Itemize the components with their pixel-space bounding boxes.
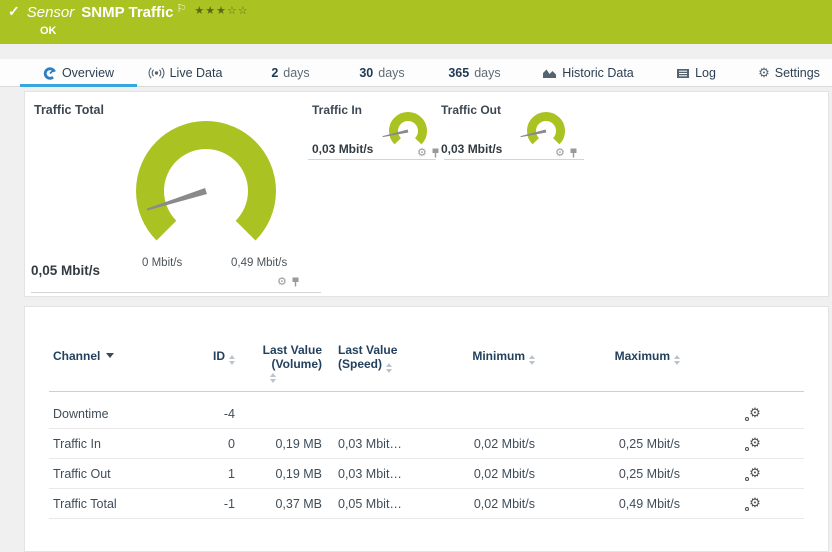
column-header-last-volume[interactable]: Last Value (Volume) bbox=[250, 343, 322, 383]
channel-settings-icon[interactable]: ⚙ bbox=[749, 465, 761, 481]
broadcast-icon bbox=[148, 67, 165, 79]
column-header-last-speed[interactable]: Last Value (Speed) bbox=[338, 343, 408, 373]
column-header-id[interactable]: ID bbox=[175, 349, 235, 365]
tab-live-data[interactable]: Live Data bbox=[145, 59, 225, 87]
column-header-minimum[interactable]: Minimum bbox=[425, 349, 535, 365]
column-header-maximum[interactable]: Maximum bbox=[570, 349, 680, 365]
widget-actions: ⚙ bbox=[555, 146, 578, 159]
page-title: SNMP Traffic bbox=[81, 4, 173, 21]
sort-arrows-icon bbox=[674, 355, 680, 365]
gauge-scale-max: 0,49 Mbit/s bbox=[231, 257, 287, 269]
traffic-total-gauge bbox=[131, 121, 281, 261]
maximum-value: 0,25 Mbit/s bbox=[570, 437, 680, 451]
widget-gear-icon[interactable]: ⚙ bbox=[277, 275, 287, 288]
gauge-scale-min: 0 Mbit/s bbox=[142, 257, 182, 269]
overview-gauges-panel: Traffic Total 0 Mbit/s 0,49 Mbit/s 0,05 … bbox=[24, 91, 829, 297]
minimum-value: 0,02 Mbit/s bbox=[425, 437, 535, 451]
last-value-speed: 0,05 Mbit… bbox=[338, 497, 402, 511]
last-value-volume: 0,19 MB bbox=[250, 467, 322, 481]
pin-icon[interactable] bbox=[569, 148, 578, 158]
widget-actions: ⚙ bbox=[417, 146, 440, 159]
flag-icon[interactable]: ⚐ bbox=[177, 2, 187, 15]
pin-icon[interactable] bbox=[431, 148, 440, 158]
last-value-speed: 0,03 Mbit… bbox=[338, 467, 402, 481]
tab-historic-data[interactable]: Historic Data bbox=[538, 59, 638, 87]
tab-label-number: 30 bbox=[359, 66, 373, 80]
table-row[interactable]: Downtime -4 ⚙ bbox=[25, 399, 828, 429]
tab-label-unit: days bbox=[474, 66, 500, 80]
channel-name: Downtime bbox=[53, 407, 109, 421]
channel-id: -4 bbox=[175, 407, 235, 421]
channel-id: 1 bbox=[175, 467, 235, 481]
maximum-value: 0,25 Mbit/s bbox=[570, 467, 680, 481]
tab-365-days[interactable]: 365 days bbox=[442, 59, 507, 87]
channel-name: Traffic In bbox=[53, 437, 101, 451]
sort-caret-icon bbox=[106, 353, 114, 358]
gauge-current-value: 0,03 Mbit/s bbox=[441, 142, 502, 156]
tab-label: Overview bbox=[62, 66, 114, 80]
last-value-speed: 0,03 Mbit… bbox=[338, 437, 402, 451]
channel-id: -1 bbox=[175, 497, 235, 511]
last-value-volume: 0,19 MB bbox=[250, 437, 322, 451]
sort-arrows-icon bbox=[250, 373, 296, 383]
tab-label-unit: days bbox=[283, 66, 309, 80]
tab-overview[interactable]: Overview bbox=[20, 59, 137, 87]
tab-label: Historic Data bbox=[562, 66, 634, 80]
row-divider bbox=[49, 518, 804, 519]
table-row[interactable]: Traffic In 0 0,19 MB 0,03 Mbit… 0,02 Mbi… bbox=[25, 429, 828, 459]
tab-settings[interactable]: ⚙ Settings bbox=[753, 59, 825, 87]
tab-bar: Overview Live Data 2 days 30 days 365 da… bbox=[0, 59, 832, 87]
gear-icon: ⚙ bbox=[758, 65, 770, 81]
minimum-value: 0,02 Mbit/s bbox=[425, 497, 535, 511]
pin-icon[interactable] bbox=[291, 277, 300, 287]
widget-gear-icon[interactable]: ⚙ bbox=[417, 146, 427, 159]
tab-label-number: 2 bbox=[271, 66, 278, 80]
sensor-header: ✓ Sensor SNMP Traffic ⚐ ★★★☆☆ OK bbox=[0, 0, 832, 44]
sort-arrows-icon bbox=[229, 355, 235, 365]
object-kind-label: Sensor bbox=[27, 4, 75, 21]
channel-settings-icon[interactable]: ⚙ bbox=[749, 405, 761, 421]
status-check-icon: ✓ bbox=[8, 3, 20, 20]
gauge-title-traffic-out: Traffic Out bbox=[441, 103, 501, 117]
minimum-value: 0,02 Mbit/s bbox=[425, 467, 535, 481]
widget-underline bbox=[308, 159, 436, 160]
tab-log[interactable]: Log bbox=[672, 59, 720, 87]
widget-underline bbox=[31, 292, 321, 293]
table-row[interactable]: Traffic Total -1 0,37 MB 0,05 Mbit… 0,02… bbox=[25, 489, 828, 519]
channel-settings-icon[interactable]: ⚙ bbox=[749, 495, 761, 511]
tab-label-number: 365 bbox=[448, 66, 469, 80]
tab-label: Settings bbox=[775, 66, 820, 80]
tab-30-days[interactable]: 30 days bbox=[353, 59, 411, 87]
sort-arrows-icon bbox=[386, 363, 392, 373]
tab-label: Live Data bbox=[170, 66, 223, 80]
table-row[interactable]: Traffic Out 1 0,19 MB 0,03 Mbit… 0,02 Mb… bbox=[25, 459, 828, 489]
widget-underline bbox=[444, 159, 584, 160]
column-header-channel[interactable]: Channel bbox=[53, 349, 114, 363]
gauge-icon bbox=[43, 66, 57, 80]
gauge-title-traffic-total: Traffic Total bbox=[34, 103, 104, 117]
channels-table-panel: Channel ID Last Value (Volume) Last Valu… bbox=[24, 306, 829, 552]
priority-stars[interactable]: ★★★☆☆ bbox=[194, 4, 248, 17]
gauge-title-traffic-in: Traffic In bbox=[312, 103, 362, 117]
chart-icon bbox=[542, 68, 557, 79]
gauge-current-value: 0,03 Mbit/s bbox=[312, 142, 373, 156]
tab-label: Log bbox=[695, 66, 716, 80]
channel-id: 0 bbox=[175, 437, 235, 451]
channel-settings-icon[interactable]: ⚙ bbox=[749, 435, 761, 451]
log-icon bbox=[676, 68, 690, 79]
maximum-value: 0,49 Mbit/s bbox=[570, 497, 680, 511]
widget-gear-icon[interactable]: ⚙ bbox=[555, 146, 565, 159]
channel-name: Traffic Total bbox=[53, 497, 117, 511]
status-badge: OK bbox=[40, 25, 57, 37]
channel-name: Traffic Out bbox=[53, 467, 111, 481]
last-value-volume: 0,37 MB bbox=[250, 497, 322, 511]
sort-arrows-icon bbox=[529, 355, 535, 365]
tab-2-days[interactable]: 2 days bbox=[263, 59, 318, 87]
tab-label-unit: days bbox=[378, 66, 404, 80]
widget-actions: ⚙ bbox=[277, 275, 300, 288]
gauge-current-value: 0,05 Mbit/s bbox=[31, 263, 100, 278]
header-divider bbox=[49, 391, 804, 392]
